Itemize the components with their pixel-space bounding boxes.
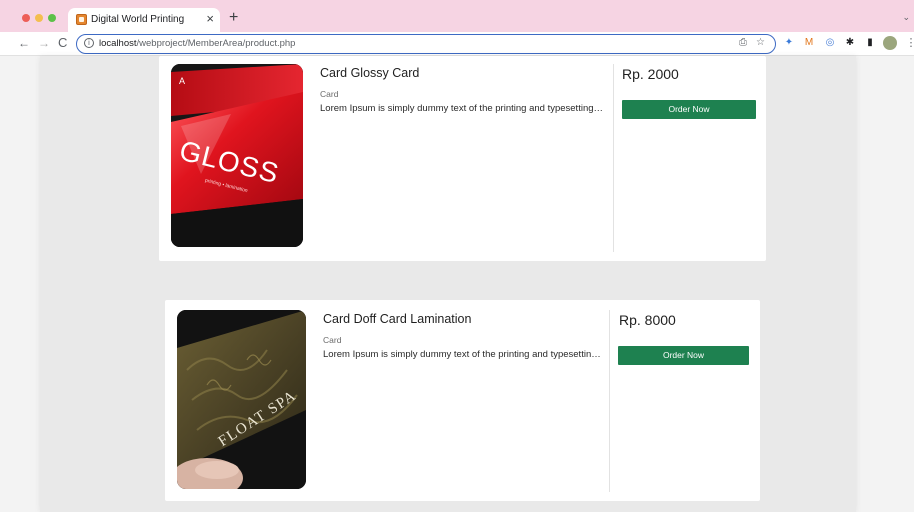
product-card: A GLOSS printing • lamination Card Gloss…: [159, 56, 766, 261]
product-card: FLOAT SPA Card Doff Card Lamination Card…: [165, 300, 760, 501]
product-category: Card: [320, 89, 339, 99]
minimize-window-button[interactable]: [35, 14, 43, 22]
close-tab-icon[interactable]: ×: [206, 12, 214, 26]
new-tab-icon[interactable]: +: [229, 10, 238, 26]
reload-icon[interactable]: C: [58, 36, 67, 50]
forward-arrow-icon[interactable]: →: [38, 36, 50, 50]
product-description: Lorem Ipsum is simply dummy text of the …: [320, 103, 605, 114]
extension-pin-icon[interactable]: ✦: [783, 37, 795, 49]
extensions-puzzle-icon[interactable]: ✱: [844, 37, 856, 49]
url-text[interactable]: localhost/webproject/MemberArea/product.…: [99, 38, 295, 49]
site-favicon-icon: [76, 14, 87, 25]
product-image-doff: FLOAT SPA: [177, 310, 306, 489]
product-image-glossy: A GLOSS printing • lamination: [171, 64, 303, 247]
url-host: localhost: [99, 38, 137, 49]
product-price: Rp. 8000: [619, 312, 676, 328]
maximize-window-button[interactable]: [48, 14, 56, 22]
more-menu-icon[interactable]: ⋮: [905, 37, 914, 49]
product-title: Card Doff Card Lamination: [323, 312, 472, 326]
browser-toolbar: ← → C i localhost/webproject/MemberArea/…: [0, 32, 914, 56]
address-bar[interactable]: i localhost/webproject/MemberArea/produc…: [76, 34, 776, 54]
url-path: /webproject/MemberArea/product.php: [136, 38, 296, 49]
browser-tab[interactable]: Digital World Printing ×: [68, 8, 220, 32]
bookmark-star-icon[interactable]: ☆: [756, 37, 765, 48]
share-icon[interactable]: ⎙: [739, 37, 747, 48]
close-window-button[interactable]: [22, 14, 30, 22]
profile-avatar[interactable]: [883, 36, 897, 50]
order-now-button[interactable]: Order Now: [622, 100, 756, 119]
gloss-corner-text: A: [179, 76, 185, 86]
order-now-button[interactable]: Order Now: [618, 346, 749, 365]
product-price: Rp. 2000: [622, 66, 679, 82]
side-panel-icon[interactable]: ▮: [864, 37, 876, 49]
tab-search-icon[interactable]: ⌄: [902, 12, 910, 23]
back-arrow-icon[interactable]: ←: [18, 36, 30, 50]
tab-title: Digital World Printing: [91, 14, 185, 25]
extension-lens-icon[interactable]: ◎: [824, 37, 836, 49]
product-description: Lorem Ipsum is simply dummy text of the …: [323, 349, 603, 360]
site-info-icon[interactable]: i: [84, 38, 94, 48]
product-title: Card Glossy Card: [320, 66, 420, 80]
metamask-fox-icon[interactable]: M: [803, 37, 815, 49]
card-divider: [613, 64, 614, 252]
browser-tab-bar: Digital World Printing × + ⌄: [0, 0, 914, 32]
product-category: Card: [323, 335, 342, 345]
card-divider: [609, 310, 610, 492]
